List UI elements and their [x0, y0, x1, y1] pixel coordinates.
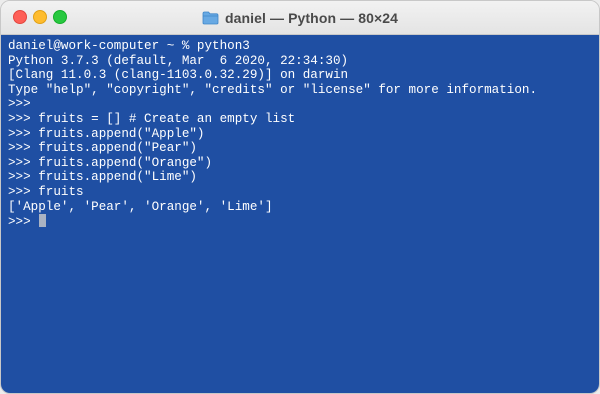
current-prompt-line[interactable]: >>>: [8, 214, 599, 229]
terminal-line: Python 3.7.3 (default, Mar 6 2020, 22:34…: [8, 53, 349, 68]
window-title: daniel — Python — 80×24: [224, 9, 399, 26]
output-lines: daniel@work-computer ~ % python3 Python 3…: [8, 39, 599, 214]
terminal-line: daniel@work-computer ~ % python3: [8, 39, 250, 53]
title-group: daniel — Python — 80×24: [1, 1, 599, 34]
terminal-line: >>> fruits.append("Apple"): [8, 126, 205, 141]
terminal-line: >>> fruits.append("Pear"): [8, 141, 197, 156]
terminal-line: ['Apple', 'Pear', 'Orange', 'Lime']: [8, 199, 273, 214]
terminal-line: Type "help", "copyright", "credits" or "…: [8, 82, 538, 97]
text-cursor: [39, 214, 47, 228]
terminal-line: >>> fruits = [] # Create an empty list: [8, 111, 296, 126]
terminal-line: >>> fruits.append("Lime"): [8, 170, 197, 185]
folder-icon: [202, 11, 219, 25]
terminal-window: daniel — Python — 80×24 daniel@work-comp…: [0, 0, 600, 394]
terminal-line: >>> fruits: [8, 184, 84, 199]
terminal-line: [Clang 11.0.3 (clang-1103.0.32.29)] on d…: [8, 68, 349, 83]
terminal-line: >>> fruits.append("Orange"): [8, 155, 213, 170]
title-bar[interactable]: daniel — Python — 80×24: [1, 1, 599, 35]
terminal-content[interactable]: daniel@work-computer ~ % python3 Python 3…: [1, 35, 599, 393]
terminal-line: >>>: [8, 97, 31, 112]
prompt: >>>: [8, 215, 39, 230]
